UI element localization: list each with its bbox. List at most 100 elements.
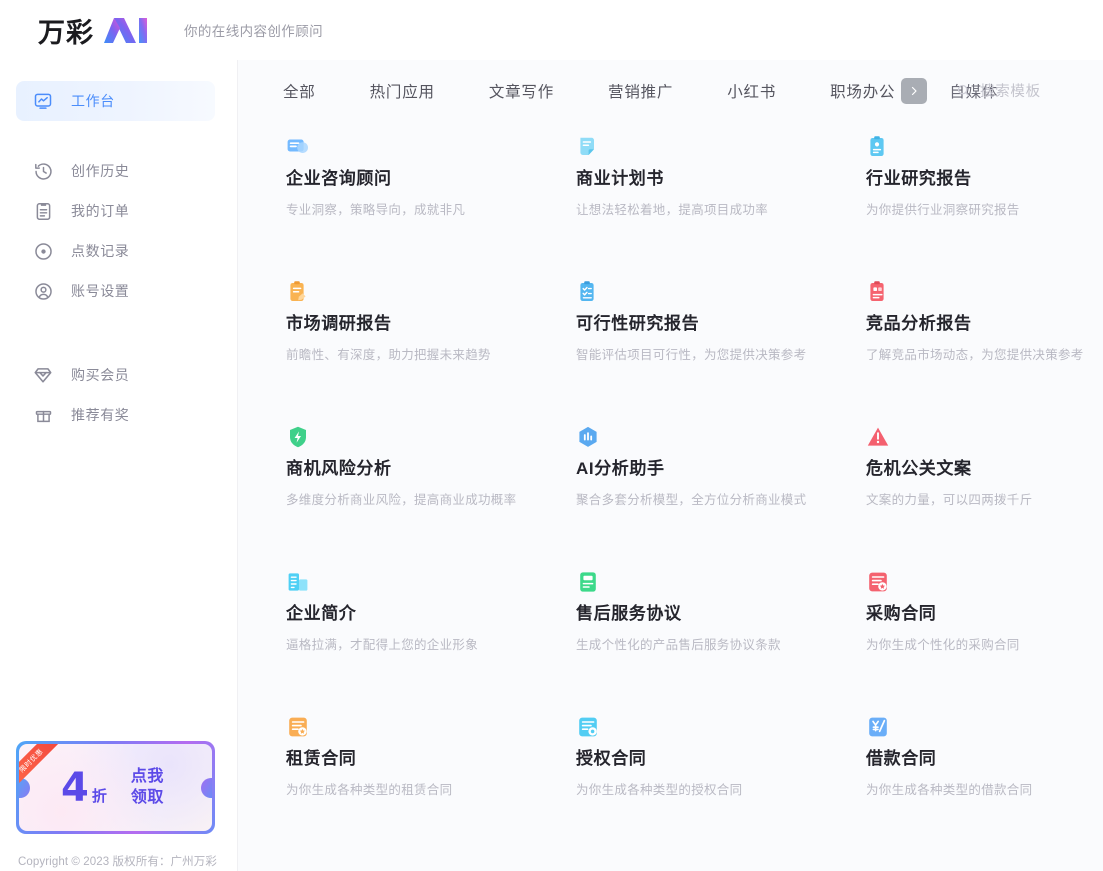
sidebar-item-workbench[interactable]: 工作台 [16,81,215,121]
tab-hot-apps[interactable]: 热门应用 [370,80,435,102]
card-title: 采购合同 [866,604,937,623]
template-card[interactable]: 危机公关文案 文案的力量，可以四两拨千斤 [846,425,1103,508]
tab-all[interactable]: 全部 [283,80,316,102]
sidebar-item-history[interactable]: 创作历史 [16,151,215,191]
card-title: 商业计划书 [576,169,664,188]
template-card[interactable]: 行业研究报告 为你提供行业洞察研究报告 [846,135,1103,218]
sidebar-item-orders[interactable]: 我的订单 [16,191,215,231]
promo-cta[interactable]: 点我 领取 [131,767,164,808]
sidebar-item-points[interactable]: 点数记录 [16,231,215,271]
card-title: 可行性研究报告 [576,314,700,333]
template-card[interactable]: 商机风险分析 多维度分析商业风险，提高商业成功概率 [266,425,556,508]
warning-triangle-icon [867,427,889,446]
dashboard-icon [32,90,54,112]
sidebar-item-label: 购买会员 [71,367,130,383]
history-icon [32,160,54,182]
promo-discount: 4 折 [61,768,107,808]
sidebar-item-label: 点数记录 [71,243,130,259]
sidebar-item-label: 工作台 [71,93,115,109]
tagline: 你的在线内容创作顾问 [184,24,323,39]
card-title: AI分析助手 [576,459,665,478]
sidebar-item-buy-vip[interactable]: 购买会员 [16,355,215,395]
sidebar: 工作台 创作历史 我的订单 点数记录 账号设置 购买会员 推荐有奖 限时优惠 4… [0,60,238,871]
template-card[interactable]: 租赁合同 为你生成各种类型的租赁合同 [266,715,556,798]
card-title: 危机公关文案 [866,459,972,478]
contract-money-icon [869,717,887,737]
template-card[interactable]: 竞品分析报告 了解竞品市场动态，为您提供决策参考 [846,280,1103,363]
app-header: 万彩 你的在线内容创作顾问 [0,0,1103,60]
template-card[interactable]: 授权合同 为你生成各种类型的授权合同 [556,715,846,798]
sidebar-footer: Copyright © 2023 版权所有：广州万彩信息技术有限公司 | 粤IC… [18,853,224,871]
card-desc: 为你提供行业洞察研究报告 [866,203,1020,218]
card-desc: 为你生成各种类型的借款合同 [866,783,1033,798]
card-desc: 为你生成各种类型的授权合同 [576,783,743,798]
card-desc: 逼格拉满，才配得上您的企业形象 [286,638,479,653]
clipboard-person-icon [870,136,884,156]
clipboard-compare-icon [870,281,884,301]
clipboard-check-icon [580,281,594,301]
contract-lock-icon [579,717,597,737]
promo-coupon-banner[interactable]: 限时优惠 4 折 点我 领取 [16,741,215,834]
card-desc: 为你生成各种类型的租赁合同 [286,783,453,798]
card-desc: 生成个性化的产品售后服务协议条款 [576,638,781,653]
card-title: 竞品分析报告 [866,314,972,333]
template-card-grid: 企业咨询顾问 专业洞察，策略导向，成就非凡 商业计划书 让想法轻松着地，提高项目… [238,122,1103,798]
sidebar-item-referral[interactable]: 推荐有奖 [16,395,215,435]
gift-icon [32,404,54,426]
copyright-text: Copyright © 2023 版权所有：广州万彩信息技术有限公司 | 粤IC… [18,856,217,868]
template-card[interactable]: AI分析助手 聚合多套分析模型，全方位分析商业模式 [556,425,846,508]
template-card[interactable]: 可行性研究报告 智能评估项目可行性，为您提供决策参考 [556,280,846,363]
promo-cta-line1: 点我 [130,768,164,786]
search-input[interactable]: 搜索模板 [980,80,1041,101]
template-card[interactable]: 企业简介 逼格拉满，才配得上您的企业形象 [266,570,556,653]
sidebar-divider-1 [0,121,237,151]
sidebar-nav: 工作台 创作历史 我的订单 点数记录 账号设置 购买会员 推荐有奖 [0,60,237,435]
logo[interactable]: 万彩 [38,11,150,50]
app-root: 万彩 你的在线内容创作顾问 工作台 创作历史 我的订单 点数记录 账号设置 购买… [0,0,1103,871]
tab-article-writing[interactable]: 文章写作 [489,80,554,102]
tabs-scroll-next-button[interactable] [901,78,927,104]
sidebar-item-account[interactable]: 账号设置 [16,271,215,311]
clipboard-pen-icon [290,281,306,301]
card-desc: 前瞻性、有深度，助力把握未来趋势 [286,348,491,363]
tab-xiaohongshu[interactable]: 小红书 [727,80,776,102]
service-doc-icon [580,572,596,592]
promo-discount-number: 4 [61,764,89,811]
template-card[interactable]: 企业咨询顾问 专业洞察，策略导向，成就非凡 [266,135,556,218]
card-title: 借款合同 [866,749,937,768]
card-desc: 智能评估项目可行性，为您提供决策参考 [576,348,807,363]
main-content: 全部 热门应用 文章写作 营销推广 小红书 职场办公 自媒体 搜索模板 企业咨询… [238,60,1103,871]
points-icon [32,240,54,262]
template-card[interactable]: 借款合同 为你生成各种类型的借款合同 [846,715,1103,798]
chevron-right-icon [911,86,917,96]
order-icon [32,200,54,222]
sidebar-item-label: 推荐有奖 [71,407,130,423]
card-desc: 文案的力量，可以四两拨千斤 [866,493,1033,508]
card-desc: 了解竞品市场动态，为您提供决策参考 [866,348,1084,363]
card-title: 租赁合同 [286,749,357,768]
contract-star-icon [869,572,887,592]
card-title: 企业简介 [286,604,357,623]
promo-coupon-inner: 限时优惠 4 折 点我 领取 [19,744,212,831]
template-card[interactable]: 商业计划书 让想法轻松着地，提高项目成功率 [556,135,846,218]
contract-star-icon [289,717,307,737]
vip-diamond-icon [32,364,54,386]
logo-text: 万彩 [38,17,94,49]
promo-discount-unit: 折 [91,787,107,805]
template-card[interactable]: 采购合同 为你生成个性化的采购合同 [846,570,1103,653]
search-icon [957,84,970,97]
card-desc: 让想法轻松着地，提高项目成功率 [576,203,769,218]
category-tabbar: 全部 热门应用 文章写作 营销推广 小红书 职场办公 自媒体 搜索模板 [238,60,1103,122]
template-card[interactable]: 市场调研报告 前瞻性、有深度，助力把握未来趋势 [266,280,556,363]
sidebar-item-label: 我的订单 [71,203,130,219]
sidebar-item-label: 创作历史 [71,163,130,179]
card-desc: 为你生成个性化的采购合同 [866,638,1020,653]
search-template-box[interactable]: 搜索模板 [956,80,1041,101]
template-card[interactable]: 售后服务协议 生成个性化的产品售后服务协议条款 [556,570,846,653]
sidebar-item-label: 账号设置 [71,283,130,299]
hexagon-chart-icon [579,426,597,447]
tab-workplace-office[interactable]: 职场办公 [830,80,895,102]
card-title: 售后服务协议 [576,604,682,623]
tab-marketing[interactable]: 营销推广 [608,80,673,102]
card-title: 行业研究报告 [866,169,972,188]
